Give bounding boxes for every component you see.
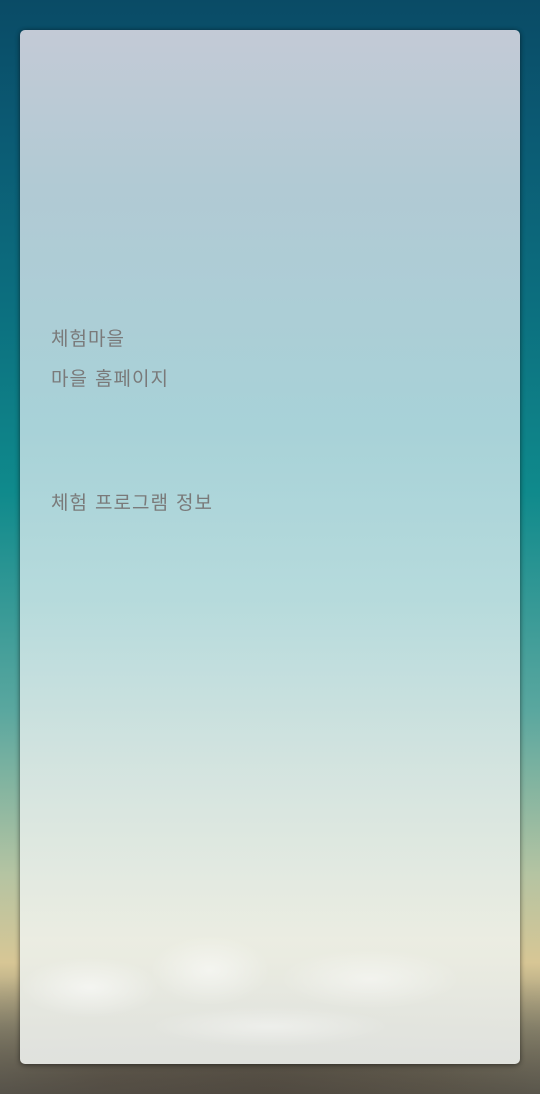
menu-panel: 체험마을 마을 홈페이지 체험 프로그램 정보 [20,30,520,1064]
panel-clouds [20,894,520,1064]
menu-link-village-homepage[interactable]: 마을 홈페이지 [51,367,169,391]
menu-link-program-info[interactable]: 체험 프로그램 정보 [51,491,213,515]
menu-link-experience-village[interactable]: 체험마을 [51,327,125,351]
